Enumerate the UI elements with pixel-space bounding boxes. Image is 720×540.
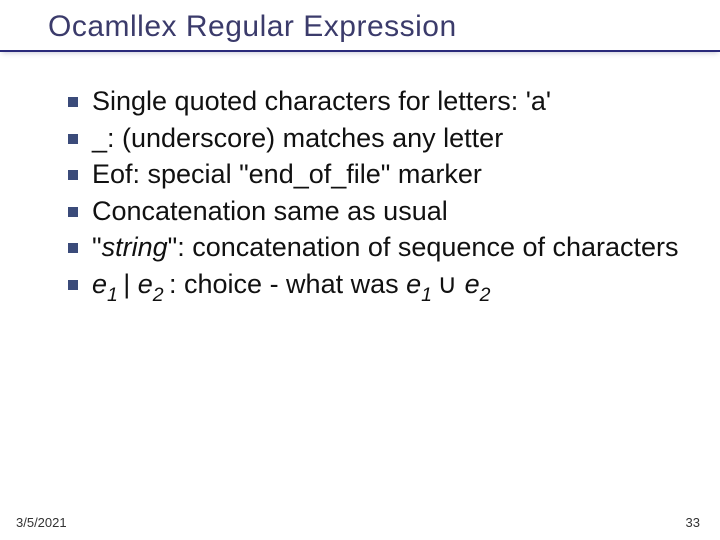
- bullet-text: _: (underscore) matches any letter: [92, 121, 503, 156]
- slide-content: Single quoted characters for letters: 'a…: [0, 56, 720, 306]
- footer-page-number: 33: [686, 515, 700, 530]
- title-bar: Ocamllex Regular Expression: [0, 0, 720, 52]
- square-bullet-icon: [68, 207, 78, 217]
- bullet-text: "string": concatenation of sequence of c…: [92, 230, 679, 265]
- square-bullet-icon: [68, 97, 78, 107]
- list-item: _: (underscore) matches any letter: [68, 121, 680, 156]
- list-item: Eof: special "end_of_file" marker: [68, 157, 680, 192]
- square-bullet-icon: [68, 170, 78, 180]
- list-item: e1 | e2 : choice - what was e1 ∪ e2: [68, 267, 680, 306]
- bullet-text: Concatenation same as usual: [92, 194, 448, 229]
- slide-footer: 3/5/2021 33: [0, 515, 720, 530]
- footer-date: 3/5/2021: [16, 515, 67, 530]
- slide-title: Ocamllex Regular Expression: [48, 10, 720, 44]
- square-bullet-icon: [68, 134, 78, 144]
- square-bullet-icon: [68, 243, 78, 253]
- bullet-text: e1 | e2 : choice - what was e1 ∪ e2: [92, 267, 490, 306]
- bullet-text: Single quoted characters for letters: 'a…: [92, 84, 551, 119]
- square-bullet-icon: [68, 280, 78, 290]
- bullet-text: Eof: special "end_of_file" marker: [92, 157, 482, 192]
- list-item: Single quoted characters for letters: 'a…: [68, 84, 680, 119]
- list-item: "string": concatenation of sequence of c…: [68, 230, 680, 265]
- list-item: Concatenation same as usual: [68, 194, 680, 229]
